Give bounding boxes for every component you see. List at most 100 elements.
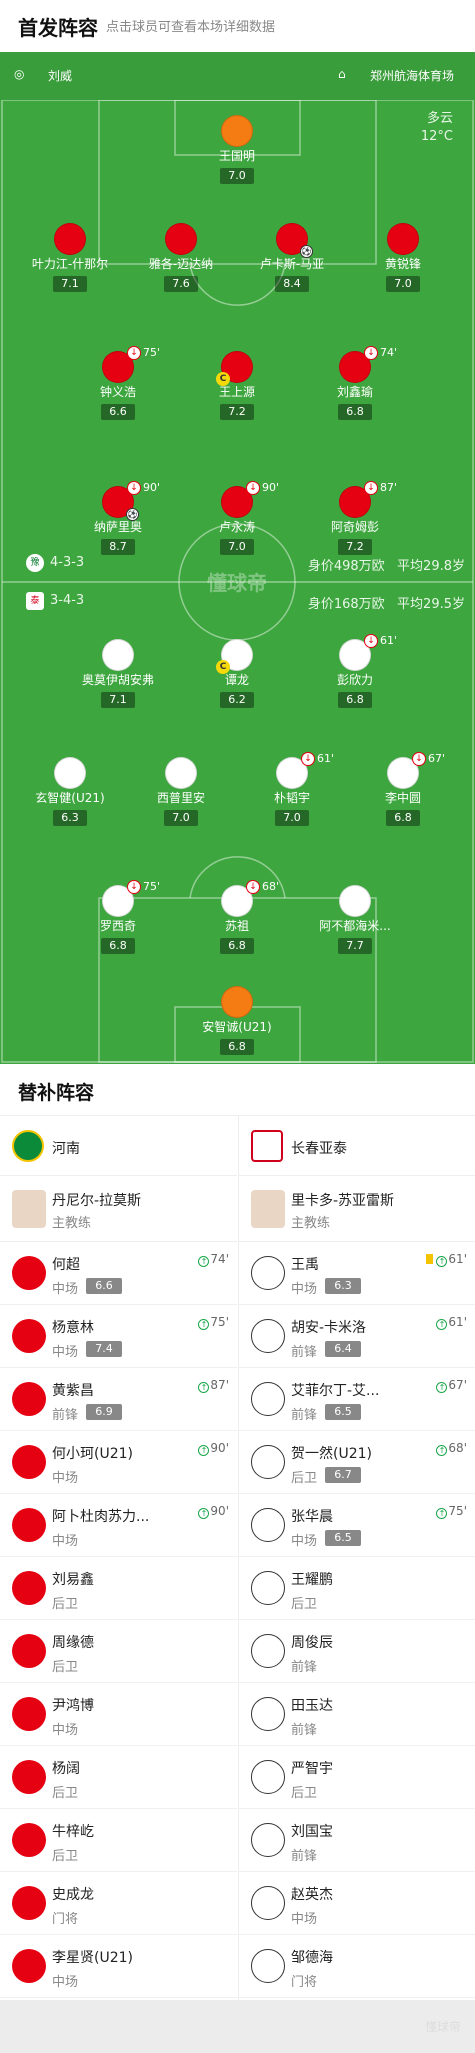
coach-avatar xyxy=(251,1190,285,1228)
away-team-name: 长春亚泰 xyxy=(291,1141,347,1157)
venue-name: 郑州航海体育场 xyxy=(370,69,455,83)
away-team-icon: 泰 xyxy=(26,592,44,610)
sub-on-minute-text: 75' xyxy=(448,1504,467,1518)
player-shirt-icon xyxy=(12,1508,46,1542)
away-player[interactable]: 安智诚(U21) 6.8 xyxy=(177,986,297,1055)
player-rating: 6.8 xyxy=(338,404,372,420)
away-player[interactable]: C 谭龙 6.2 xyxy=(177,639,297,708)
sub-player-row[interactable]: 牛梓屹 后卫 xyxy=(0,1809,237,1872)
sub-on-minute: ↑ 74' xyxy=(198,1252,229,1267)
home-team-row[interactable]: 河南 xyxy=(0,1116,237,1176)
sub-player-row[interactable]: 邹德海 门将 xyxy=(239,1935,475,1998)
sub-player-row[interactable]: 刘国宝 前锋 xyxy=(239,1809,475,1872)
away-player[interactable]: 玄智健(U21) 6.3 xyxy=(10,757,130,826)
sub-on-minute: ↑ 75' xyxy=(436,1504,467,1519)
away-team-row[interactable]: 长春亚泰 xyxy=(239,1116,475,1176)
home-player[interactable]: ↓ 74' 刘鑫瑜 6.8 xyxy=(295,346,415,420)
player-shirt-icon: ↓ 61' xyxy=(276,752,334,789)
player-name: 阿奇姆彭 xyxy=(330,520,379,534)
stadium-icon: ⌂ xyxy=(338,67,346,81)
sub-minute: 90' xyxy=(262,481,280,494)
sub-player-row[interactable]: 王耀鹏 后卫 xyxy=(239,1557,475,1620)
player-shirt-icon xyxy=(251,1697,285,1731)
home-player[interactable]: ⚽ 卢卡斯-马亚 8.4 xyxy=(232,223,352,292)
sub-player-row[interactable]: 王禹 中场 6.3 ↑ 61' xyxy=(239,1242,475,1305)
player-shirt-icon xyxy=(251,1634,285,1668)
sub-player-row[interactable]: 李星贤(U21) 中场 xyxy=(0,1935,237,1998)
sub-player-row[interactable]: 史成龙 门将 xyxy=(0,1872,237,1935)
home-player[interactable]: C 王上源 7.2 xyxy=(177,351,297,420)
away-player[interactable]: 西普里安 7.0 xyxy=(121,757,241,826)
sub-off-icon: ↓ xyxy=(364,481,378,495)
player-shirt-icon xyxy=(165,223,197,255)
footer-watermark: 懂球帝 xyxy=(424,2020,461,2034)
home-subs-column: 河南 丹尼尔-拉莫斯 主教练 何超 中场 6.6 ↑ 74' 杨意林 中场 7.4 ↑ 75' 黄紫… xyxy=(0,1116,237,2000)
home-player[interactable]: ↓ 90' 卢永涛 7.0 xyxy=(177,481,297,555)
sub-minute: 68' xyxy=(262,880,280,893)
home-player[interactable]: 黄锐锋 7.0 xyxy=(343,223,463,292)
player-shirt-icon xyxy=(12,1571,46,1605)
sub-off-icon: ↓ xyxy=(412,752,426,766)
away-player[interactable]: ↓ 61' 彭欣力 6.8 xyxy=(295,634,415,708)
player-shirt-icon: ↓ 61' xyxy=(339,634,397,671)
sub-player-name: 刘国宝 xyxy=(291,1824,333,1840)
sub-player-name: 田玉达 xyxy=(291,1698,333,1714)
sub-player-row[interactable]: 赵英杰 中场 xyxy=(239,1872,475,1935)
home-player[interactable]: 叶力江-什那尔 7.1 xyxy=(10,223,130,292)
home-team-name: 河南 xyxy=(52,1141,80,1157)
sub-player-row[interactable]: 胡安-卡米洛 前锋 6.4 ↑ 61' xyxy=(239,1305,475,1368)
player-name: 彭欣力 xyxy=(336,673,373,687)
sub-player-row[interactable]: 杨阔 后卫 xyxy=(0,1746,237,1809)
player-name: 西普里安 xyxy=(156,791,205,805)
sub-player-position: 后卫 xyxy=(52,1786,79,1801)
sub-player-row[interactable]: 周俊辰 前锋 xyxy=(239,1620,475,1683)
player-shirt-icon xyxy=(12,1760,46,1794)
player-name: 钟义浩 xyxy=(99,385,136,399)
sub-player-row[interactable]: 田玉达 前锋 xyxy=(239,1683,475,1746)
away-team-logo xyxy=(251,1130,283,1162)
sub-player-position: 门将 xyxy=(291,1975,318,1990)
sub-player-name: 周俊辰 xyxy=(291,1635,333,1651)
sub-player-position: 后卫 xyxy=(291,1597,318,1612)
away-stats: 身价168万欧 平均29.5岁 xyxy=(307,597,465,612)
sub-on-minute: ↑ 90' xyxy=(198,1441,229,1456)
sub-player-row[interactable]: 尹鸿博 中场 xyxy=(0,1683,237,1746)
sub-player-row[interactable]: 黄紫昌 前锋 6.9 ↑ 87' xyxy=(0,1368,237,1431)
sub-player-position: 中场 xyxy=(291,1912,318,1927)
home-player[interactable]: 雅各-迈达纳 7.6 xyxy=(121,223,241,292)
player-rating: 7.0 xyxy=(220,168,254,184)
sub-player-row[interactable]: 刘易鑫 后卫 xyxy=(0,1557,237,1620)
home-player[interactable]: ↓ 87' 阿奇姆彭 7.2 xyxy=(295,481,415,555)
sub-player-row[interactable]: 艾菲尔丁-艾... 前锋 6.5 ↑ 67' xyxy=(239,1368,475,1431)
sub-player-row[interactable]: 严智宇 后卫 xyxy=(239,1746,475,1809)
sub-player-row[interactable]: 杨意林 中场 7.4 ↑ 75' xyxy=(0,1305,237,1368)
sub-player-row[interactable]: 贺一然(U21) 后卫 6.7 ↑ 68' xyxy=(239,1431,475,1494)
home-coach-row[interactable]: 丹尼尔-拉莫斯 主教练 xyxy=(0,1176,237,1242)
away-player[interactable]: 奥莫伊胡安弗 7.1 xyxy=(58,639,178,708)
sub-player-rating: 6.5 xyxy=(325,1404,361,1420)
sub-player-name: 刘易鑫 xyxy=(52,1572,94,1588)
sub-player-position: 中场 xyxy=(52,1723,79,1738)
sub-minute: 61' xyxy=(380,634,398,647)
away-player[interactable]: ↓ 61' 朴韬宇 7.0 xyxy=(232,752,352,826)
player-shirt-icon xyxy=(12,1445,46,1479)
sub-player-row[interactable]: 何超 中场 6.6 ↑ 74' xyxy=(0,1242,237,1305)
home-player[interactable]: ↓ 90' ⚽ 纳萨里奥 8.7 xyxy=(58,481,178,555)
away-coach-row[interactable]: 里卡多-苏亚雷斯 主教练 xyxy=(239,1176,475,1242)
away-player[interactable]: 阿不都海米... 7.7 xyxy=(295,885,415,954)
sub-player-row[interactable]: 阿卜杜肉苏力... 中场 ↑ 90' xyxy=(0,1494,237,1557)
sub-player-row[interactable]: 何小珂(U21) 中场 ↑ 90' xyxy=(0,1431,237,1494)
sub-on-icon: ↑ xyxy=(198,1508,210,1519)
player-shirt-icon xyxy=(251,1445,285,1479)
home-player[interactable]: ↓ 75' 钟义浩 6.6 xyxy=(58,346,178,420)
sub-player-name: 王耀鹏 xyxy=(291,1572,333,1588)
sub-on-minute-text: 68' xyxy=(448,1441,467,1455)
player-shirt-icon xyxy=(251,1886,285,1920)
home-player[interactable]: 王国明 7.0 xyxy=(177,115,297,184)
away-player[interactable]: ↓ 75' 罗西奇 6.8 xyxy=(58,880,178,954)
away-player[interactable]: ↓ 67' 李中圆 6.8 xyxy=(343,752,463,826)
sub-player-row[interactable]: 周缘德 后卫 xyxy=(0,1620,237,1683)
sub-player-row[interactable]: 张华晨 中场 6.5 ↑ 75' xyxy=(239,1494,475,1557)
away-player[interactable]: ↓ 68' 苏祖 6.8 xyxy=(177,880,297,954)
sub-on-icon: ↑ xyxy=(198,1445,210,1456)
